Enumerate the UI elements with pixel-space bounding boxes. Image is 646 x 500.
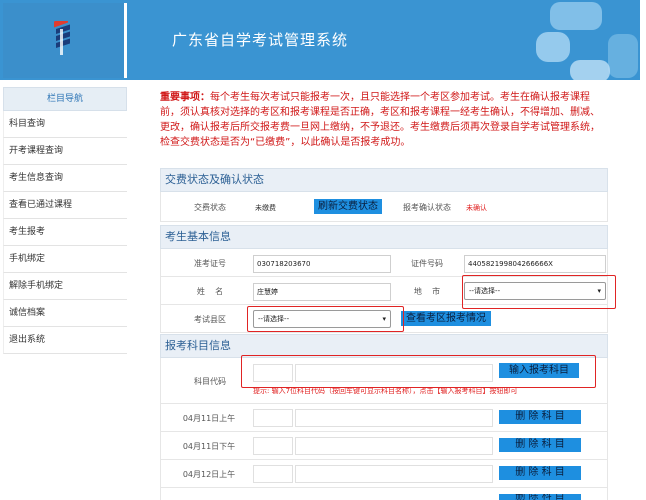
exam-number-row: 准考证号 030718203670 证件号码 44058219980426666… xyxy=(160,249,608,277)
sidebar-item-exam-registration[interactable]: 考生报考 xyxy=(3,219,127,246)
sidebar-item-logout[interactable]: 退出系统 xyxy=(3,327,127,354)
header-banner: 广东省自学考试管理系统 xyxy=(0,0,640,80)
exam-logo-icon xyxy=(54,21,70,55)
payment-section-title: 交费状态及确认状态 xyxy=(160,168,608,192)
subject-slot-row: 04月11日下午 删 除 科 目 xyxy=(160,432,608,460)
annotation-box-subject xyxy=(241,355,596,388)
basic-info-section-title: 考生基本信息 xyxy=(160,225,608,249)
city-label: 地 市 xyxy=(413,287,441,296)
slot-name-field xyxy=(295,465,493,483)
confirm-status-label: 报考确认状态 xyxy=(403,203,451,212)
sidebar-item-subject-query[interactable]: 科目查询 xyxy=(3,111,127,138)
slot-code-field xyxy=(253,409,293,427)
confirm-status-value: 未确认 xyxy=(466,204,487,212)
view-district-button[interactable]: 查看考区报考情况 xyxy=(401,311,491,326)
sidebar-item-course-query[interactable]: 开考课程查询 xyxy=(3,138,127,165)
delete-subject-button[interactable]: 删 除 科 目 xyxy=(499,466,581,480)
id-number-field[interactable]: 440582199804266666X xyxy=(464,255,606,273)
refresh-payment-button[interactable]: 刷新交费状态 xyxy=(314,199,382,214)
sidebar-item-bind-phone[interactable]: 手机绑定 xyxy=(3,246,127,273)
annotation-box-city xyxy=(462,275,616,309)
puzzle-decoration xyxy=(608,34,638,78)
exam-number-label: 准考证号 xyxy=(194,259,226,268)
subject-slot-row: 04月12日上午 删 除 科 目 xyxy=(160,460,608,488)
notice-text: 每个考生每次考试只能报考一次，且只能选择一个考区参加考试。考生在确认报考课程前，… xyxy=(160,92,600,148)
system-title: 广东省自学考试管理系统 xyxy=(172,31,349,49)
delete-subject-button[interactable]: 删 除 科 目 xyxy=(499,410,581,424)
sidebar-title: 栏目导航 xyxy=(3,87,127,111)
puzzle-decoration xyxy=(570,60,610,80)
subject-slot-row: 删 除 科 目 xyxy=(160,488,608,500)
annotation-box-district xyxy=(247,306,404,332)
name-label: 姓 名 xyxy=(196,287,224,296)
sidebar-item-passed-courses[interactable]: 查看已通过课程 xyxy=(3,192,127,219)
payment-status-label: 交费状态 xyxy=(194,203,226,212)
puzzle-decoration xyxy=(536,32,570,62)
exam-number-field[interactable]: 030718203670 xyxy=(253,255,391,273)
slot-name-field xyxy=(295,409,493,427)
puzzle-decoration xyxy=(550,2,602,30)
subject-code-label: 科目代码 xyxy=(194,377,226,386)
sidebar-item-unbind-phone[interactable]: 解除手机绑定 xyxy=(3,273,127,300)
delete-subject-button[interactable]: 删 除 科 目 xyxy=(499,438,581,452)
sidebar-nav: 栏目导航 科目查询 开考课程查询 考生信息查询 查看已通过课程 考生报考 手机绑… xyxy=(3,87,127,354)
slot-label: 04月12日上午 xyxy=(182,470,236,479)
delete-subject-button[interactable]: 删 除 科 目 xyxy=(499,494,581,500)
payment-status-value: 未缴费 xyxy=(255,204,276,212)
slot-code-field xyxy=(253,465,293,483)
slot-code-field xyxy=(253,437,293,455)
district-label: 考试县区 xyxy=(194,315,226,324)
slot-name-field xyxy=(295,437,493,455)
sidebar-item-student-info[interactable]: 考生信息查询 xyxy=(3,165,127,192)
id-number-label: 证件号码 xyxy=(411,259,443,268)
important-notice: 重要事项：每个考生每次考试只能报考一次，且只能选择一个考区参加考试。考生在确认报… xyxy=(160,90,608,150)
slot-label: 04月11日上午 xyxy=(182,414,236,423)
sidebar-item-credit-record[interactable]: 诚信档案 xyxy=(3,300,127,327)
notice-heading: 重要事项： xyxy=(160,92,210,103)
slot-label: 04月11日下午 xyxy=(182,442,236,451)
name-field[interactable]: 庄慧婷 xyxy=(253,283,391,301)
payment-status-row: 交费状态 未缴费 刷新交费状态 报考确认状态 未确认 xyxy=(160,192,608,222)
subject-slot-row: 04月11日上午 删 除 科 目 xyxy=(160,404,608,432)
logo-box xyxy=(3,3,127,78)
